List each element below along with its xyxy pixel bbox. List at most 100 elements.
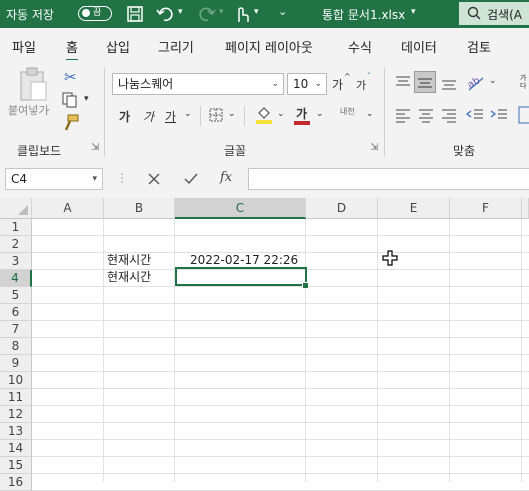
decrease-indent-icon[interactable]: [466, 107, 484, 123]
redo-dropdown-icon: ▾: [219, 7, 224, 17]
shrink-font-icon: ˇ: [367, 72, 371, 81]
customize-qat-icon[interactable]: ⌄: [278, 5, 287, 18]
cell-b4[interactable]: 현재시간: [107, 269, 151, 285]
row-header-1[interactable]: 1: [0, 219, 32, 236]
row-header-2[interactable]: 2: [0, 236, 32, 253]
copy-dropdown-icon[interactable]: ▾: [84, 94, 89, 104]
phonetic-button[interactable]: 내천: [340, 106, 355, 117]
align-middle-button[interactable]: [414, 71, 436, 93]
gridline: [32, 371, 529, 372]
increase-indent-icon[interactable]: [490, 107, 508, 123]
row-header-8[interactable]: 8: [0, 338, 32, 355]
row-header-14[interactable]: 14: [0, 440, 32, 457]
paste-icon[interactable]: [17, 66, 49, 102]
orientation-dropdown-icon[interactable]: ⌄: [489, 76, 497, 86]
format-painter-icon[interactable]: [62, 114, 80, 132]
tab-page-layout[interactable]: 페이지 레이아웃: [225, 37, 313, 56]
italic-button[interactable]: 가: [143, 108, 154, 125]
save-icon[interactable]: [126, 5, 144, 23]
shrink-font-button[interactable]: 가: [356, 77, 366, 93]
name-box[interactable]: C4 ▾: [5, 168, 103, 190]
tab-file[interactable]: 파일: [12, 37, 36, 56]
align-top-icon[interactable]: [395, 74, 411, 90]
align-center-icon[interactable]: [418, 107, 434, 123]
tab-insert[interactable]: 삽입: [106, 37, 130, 56]
font-launcher-icon[interactable]: ⇲: [370, 142, 378, 153]
paste-label[interactable]: 붙여넣기: [8, 102, 48, 118]
paste-dropdown-icon[interactable]: ⌄: [44, 104, 52, 114]
row-header-7[interactable]: 7: [0, 321, 32, 338]
select-all-corner[interactable]: [0, 198, 32, 219]
column-header-c[interactable]: C: [175, 198, 306, 219]
row-header-10[interactable]: 10: [0, 372, 32, 389]
tab-formulas[interactable]: 수식: [348, 37, 372, 56]
cancel-entry-icon[interactable]: [147, 172, 161, 186]
active-cell-c4[interactable]: [175, 267, 307, 286]
formula-bar-grip-icon: ⋮: [116, 171, 128, 185]
row-header-4[interactable]: 4: [0, 270, 32, 287]
column-header-b[interactable]: B: [104, 198, 175, 219]
borders-icon[interactable]: [208, 107, 224, 123]
cell-b3[interactable]: 현재시간: [107, 252, 151, 268]
cut-icon[interactable]: ✂: [64, 68, 77, 86]
row-header-16[interactable]: 16: [0, 474, 32, 491]
orientation-icon[interactable]: ab: [465, 72, 487, 92]
column-header-g[interactable]: [522, 198, 529, 219]
grow-font-button[interactable]: 가: [332, 76, 343, 93]
grow-font-icon: ^: [344, 72, 351, 81]
clipboard-launcher-icon[interactable]: ⇲: [91, 142, 99, 153]
name-box-dropdown-icon[interactable]: ▾: [92, 169, 97, 189]
font-color-button[interactable]: 가: [296, 105, 307, 122]
phonetic-dropdown-icon[interactable]: ⌄: [366, 109, 374, 119]
font-size-dropdown[interactable]: 10 ⌄: [287, 73, 327, 95]
wrap-text-button[interactable]: 가다: [520, 74, 529, 90]
row-header-11[interactable]: 11: [0, 389, 32, 406]
insert-function-button[interactable]: fx: [220, 170, 232, 185]
underline-button[interactable]: 가: [165, 108, 176, 125]
undo-dropdown-icon[interactable]: ▾: [178, 7, 183, 17]
column-header-d[interactable]: D: [306, 198, 378, 219]
column-header-e[interactable]: E: [378, 198, 450, 219]
row-header-12[interactable]: 12: [0, 406, 32, 423]
font-name-dropdown[interactable]: 나눔스퀘어 ⌄: [112, 73, 284, 95]
underline-dropdown-icon[interactable]: ⌄: [184, 109, 192, 119]
search-box[interactable]: 검색(A: [459, 2, 529, 25]
touch-mode-icon[interactable]: [232, 4, 250, 24]
align-right-icon[interactable]: [441, 107, 457, 123]
cell-c3[interactable]: 2022-02-17 22:26: [190, 252, 298, 268]
svg-text:ab: ab: [466, 75, 482, 91]
column-header-a[interactable]: A: [32, 198, 104, 219]
undo-icon[interactable]: [156, 5, 176, 23]
redo-icon: [199, 7, 216, 22]
font-color-dropdown-icon[interactable]: ⌄: [316, 109, 324, 119]
row-header-6[interactable]: 6: [0, 304, 32, 321]
tab-review[interactable]: 검토: [467, 37, 491, 56]
align-left-icon[interactable]: [395, 107, 411, 123]
fill-color-dropdown-icon[interactable]: ⌄: [277, 109, 285, 119]
fill-handle[interactable]: [302, 282, 309, 289]
filename-dropdown-icon[interactable]: ▾: [411, 7, 416, 17]
copy-icon[interactable]: [61, 92, 79, 108]
touch-dropdown-icon[interactable]: ▾: [254, 7, 259, 17]
formula-input[interactable]: [248, 168, 529, 190]
merge-center-icon[interactable]: [518, 106, 529, 124]
row-header-13[interactable]: 13: [0, 423, 32, 440]
borders-dropdown-icon[interactable]: ⌄: [228, 109, 236, 119]
column-header-f[interactable]: F: [450, 198, 522, 219]
tab-home[interactable]: 홈: [66, 37, 78, 61]
autosave-toggle[interactable]: 끔: [78, 6, 112, 21]
divider: [244, 106, 245, 126]
font-name-value: 나눔스퀘어: [118, 77, 174, 91]
row-header-15[interactable]: 15: [0, 457, 32, 474]
row-header-5[interactable]: 5: [0, 287, 32, 304]
tab-data[interactable]: 데이터: [401, 37, 437, 56]
fill-color-icon[interactable]: [255, 104, 273, 124]
row-header-3[interactable]: 3: [0, 253, 32, 270]
tab-draw[interactable]: 그리기: [158, 37, 194, 56]
row-header-9[interactable]: 9: [0, 355, 32, 372]
align-bottom-icon[interactable]: [441, 74, 457, 90]
formula-bar: C4 ▾ ⋮ fx: [0, 160, 529, 198]
confirm-entry-icon[interactable]: [183, 172, 199, 186]
bold-button[interactable]: 가: [119, 108, 130, 125]
group-separator: [104, 68, 105, 156]
